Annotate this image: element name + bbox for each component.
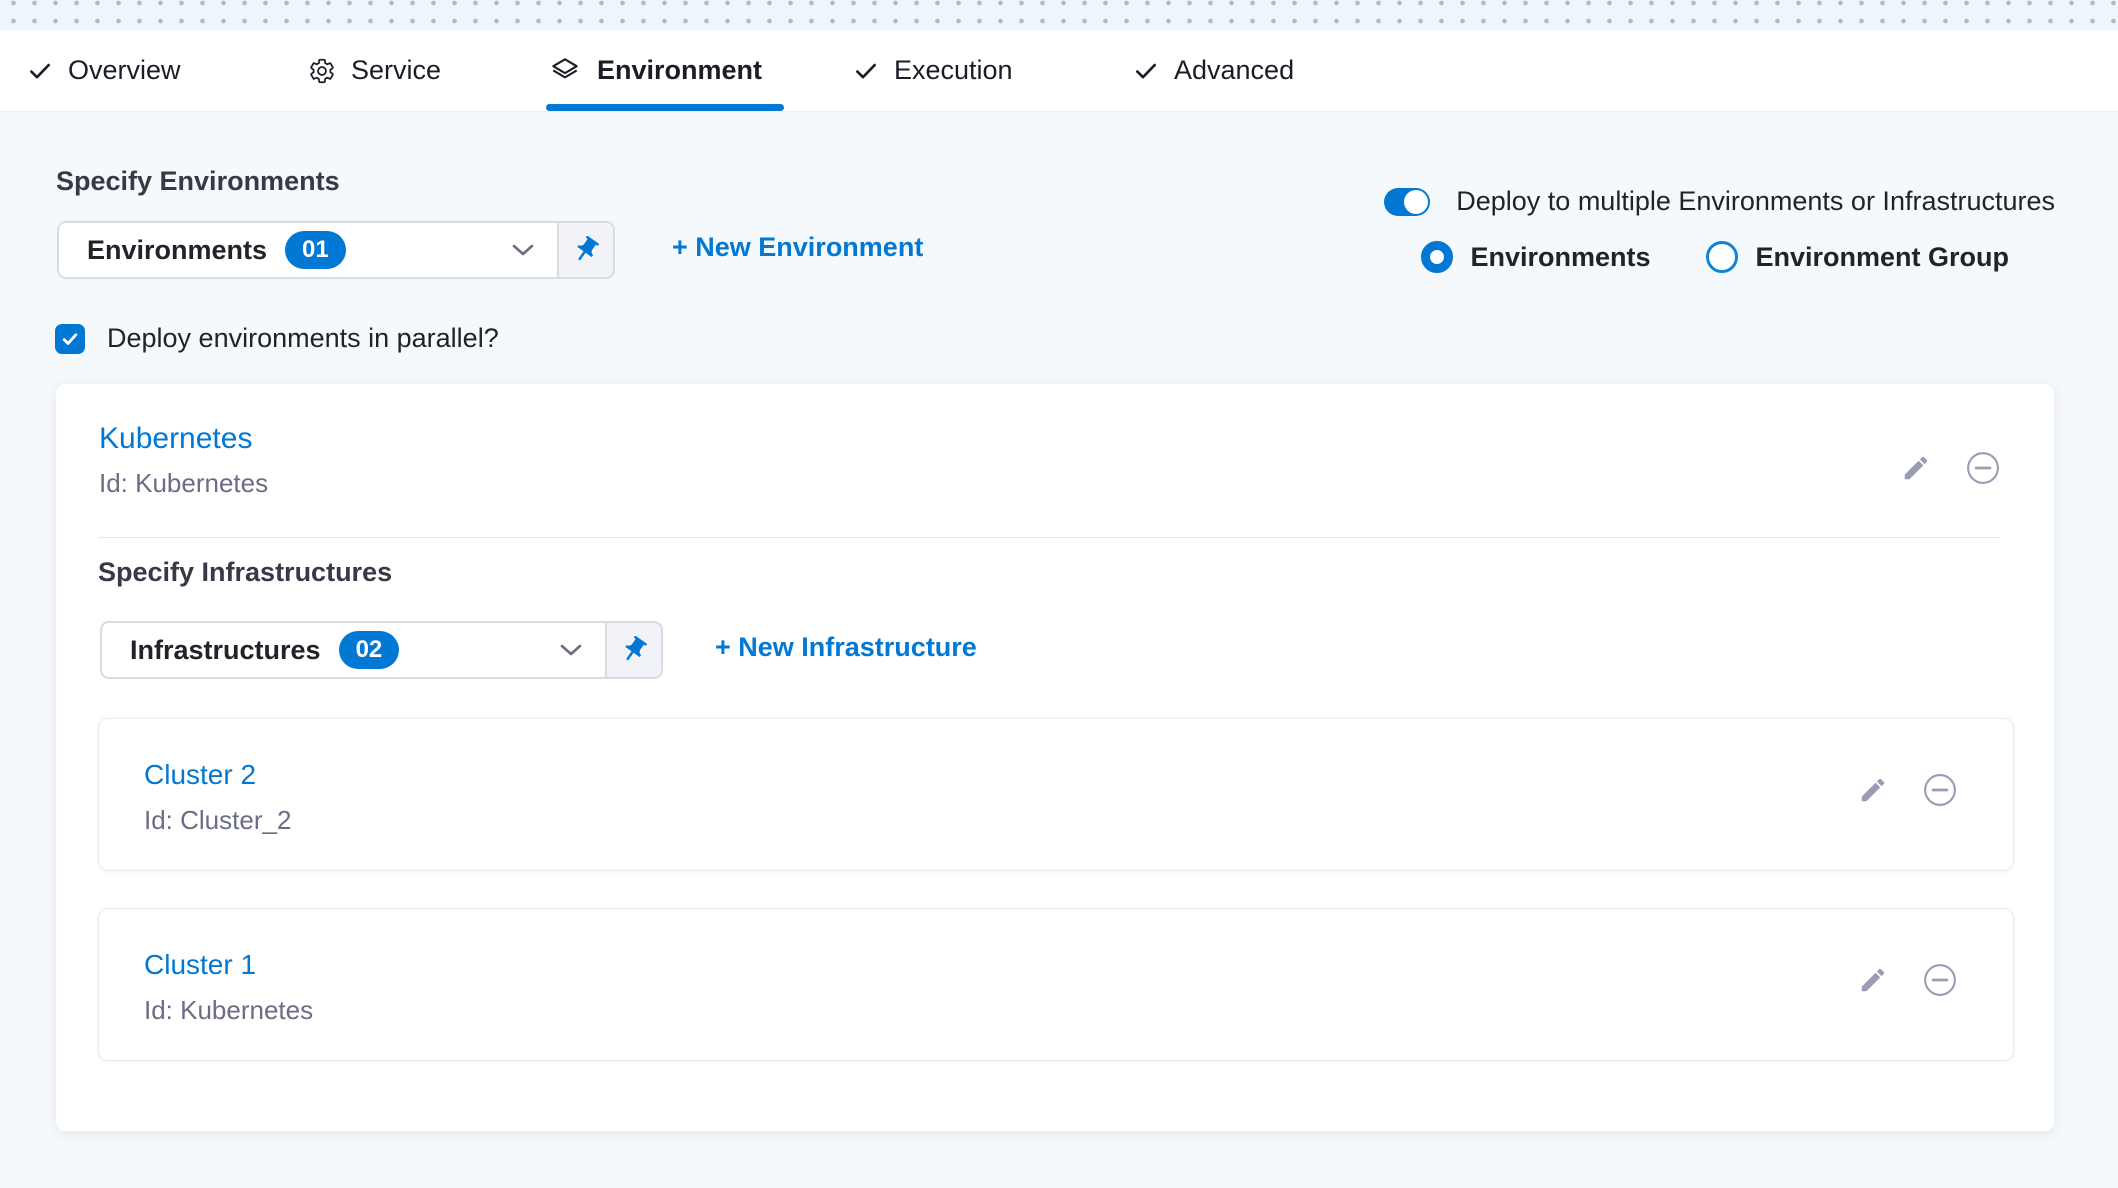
infrastructure-card-cluster-1: Cluster 1 Id: Kubernetes bbox=[98, 908, 2014, 1061]
toggle-knob bbox=[1404, 190, 1428, 214]
specify-infrastructures-heading: Specify Infrastructures bbox=[98, 557, 392, 588]
check-icon bbox=[60, 329, 80, 349]
remove-minus-circle-icon bbox=[1923, 963, 1957, 997]
dropdown-label: Environments bbox=[87, 235, 267, 266]
multi-env-toggle-row: Deploy to multiple Environments or Infra… bbox=[1384, 186, 2055, 217]
remove-minus-circle-icon bbox=[1923, 773, 1957, 807]
environment-title-link[interactable]: Kubernetes bbox=[99, 422, 252, 456]
remove-environment-button[interactable] bbox=[1966, 451, 2000, 485]
tab-label: Service bbox=[351, 55, 441, 86]
deploy-parallel-label: Deploy environments in parallel? bbox=[107, 323, 499, 354]
radio-unselected-icon[interactable] bbox=[1706, 241, 1738, 273]
new-infrastructure-link[interactable]: + New Infrastructure bbox=[715, 632, 977, 663]
remove-minus-circle-icon bbox=[1966, 451, 2000, 485]
gear-icon bbox=[308, 57, 336, 85]
chevron-down-icon bbox=[511, 243, 535, 258]
infrastructures-dropdown[interactable]: Infrastructures 02 bbox=[100, 621, 663, 679]
environments-dropdown[interactable]: Environments 01 bbox=[57, 221, 615, 279]
tab-label: Environment bbox=[597, 55, 762, 86]
infrastructure-title-link[interactable]: Cluster 1 bbox=[144, 949, 256, 981]
remove-infrastructure-button[interactable] bbox=[1923, 773, 1957, 807]
pin-icon bbox=[613, 629, 655, 671]
infrastructure-id-text: Id: Cluster_2 bbox=[144, 805, 291, 836]
pin-icon bbox=[565, 229, 607, 271]
remove-infrastructure-button[interactable] bbox=[1923, 963, 1957, 997]
tab-overview[interactable]: Overview bbox=[27, 30, 181, 111]
new-environment-link[interactable]: + New Environment bbox=[672, 232, 923, 263]
env-type-radio-group: Environments Environment Group bbox=[1421, 241, 2009, 273]
chevron-down-icon bbox=[559, 643, 583, 658]
check-icon bbox=[27, 58, 53, 84]
check-icon bbox=[1133, 58, 1159, 84]
radio-environments[interactable]: Environments bbox=[1421, 241, 1650, 273]
multi-env-toggle-label: Deploy to multiple Environments or Infra… bbox=[1456, 186, 2055, 217]
infrastructures-dropdown-value[interactable]: Infrastructures 02 bbox=[102, 623, 605, 677]
edit-pencil-icon bbox=[1858, 965, 1888, 995]
dotted-canvas-band bbox=[0, 0, 2118, 30]
tab-service[interactable]: Service bbox=[308, 30, 441, 111]
environment-card-kubernetes: Kubernetes Id: Kubernetes Specify Infras… bbox=[55, 383, 2055, 1132]
environment-id-text: Id: Kubernetes bbox=[99, 468, 268, 499]
tab-advanced[interactable]: Advanced bbox=[1133, 30, 1294, 111]
tab-execution[interactable]: Execution bbox=[853, 30, 1013, 111]
edit-infrastructure-button[interactable] bbox=[1856, 773, 1890, 807]
pin-infrastructures-button[interactable] bbox=[605, 623, 661, 677]
pin-environments-button[interactable] bbox=[557, 223, 613, 277]
environment-layers-icon bbox=[548, 54, 582, 88]
edit-pencil-icon bbox=[1901, 453, 1931, 483]
pipeline-stage-config-page: Overview Service Environment Execution A… bbox=[0, 0, 2118, 1188]
environments-dropdown-value[interactable]: Environments 01 bbox=[59, 223, 557, 277]
specify-environments-heading: Specify Environments bbox=[56, 166, 340, 197]
multi-env-toggle[interactable] bbox=[1384, 188, 1430, 216]
infrastructure-title-link[interactable]: Cluster 2 bbox=[144, 759, 256, 791]
radio-environment-group[interactable]: Environment Group bbox=[1706, 241, 2009, 273]
infrastructure-card-cluster-2: Cluster 2 Id: Cluster_2 bbox=[98, 718, 2014, 871]
edit-environment-button[interactable] bbox=[1899, 451, 1933, 485]
active-tab-underline bbox=[546, 104, 784, 111]
tab-label: Advanced bbox=[1174, 55, 1294, 86]
dropdown-label: Infrastructures bbox=[130, 635, 321, 666]
deploy-parallel-checkbox[interactable] bbox=[55, 324, 85, 354]
card-divider bbox=[98, 537, 2000, 538]
edit-pencil-icon bbox=[1858, 775, 1888, 805]
deploy-parallel-row: Deploy environments in parallel? bbox=[55, 323, 499, 354]
stage-tabbar: Overview Service Environment Execution A… bbox=[0, 30, 2118, 112]
tab-label: Execution bbox=[894, 55, 1013, 86]
tab-environment[interactable]: Environment bbox=[548, 30, 762, 111]
check-icon bbox=[853, 58, 879, 84]
infrastructures-count-badge: 02 bbox=[339, 631, 400, 670]
edit-infrastructure-button[interactable] bbox=[1856, 963, 1890, 997]
environments-count-badge: 01 bbox=[285, 231, 346, 270]
radio-selected-icon[interactable] bbox=[1421, 241, 1453, 273]
tab-label: Overview bbox=[68, 55, 181, 86]
infrastructure-id-text: Id: Kubernetes bbox=[144, 995, 313, 1026]
